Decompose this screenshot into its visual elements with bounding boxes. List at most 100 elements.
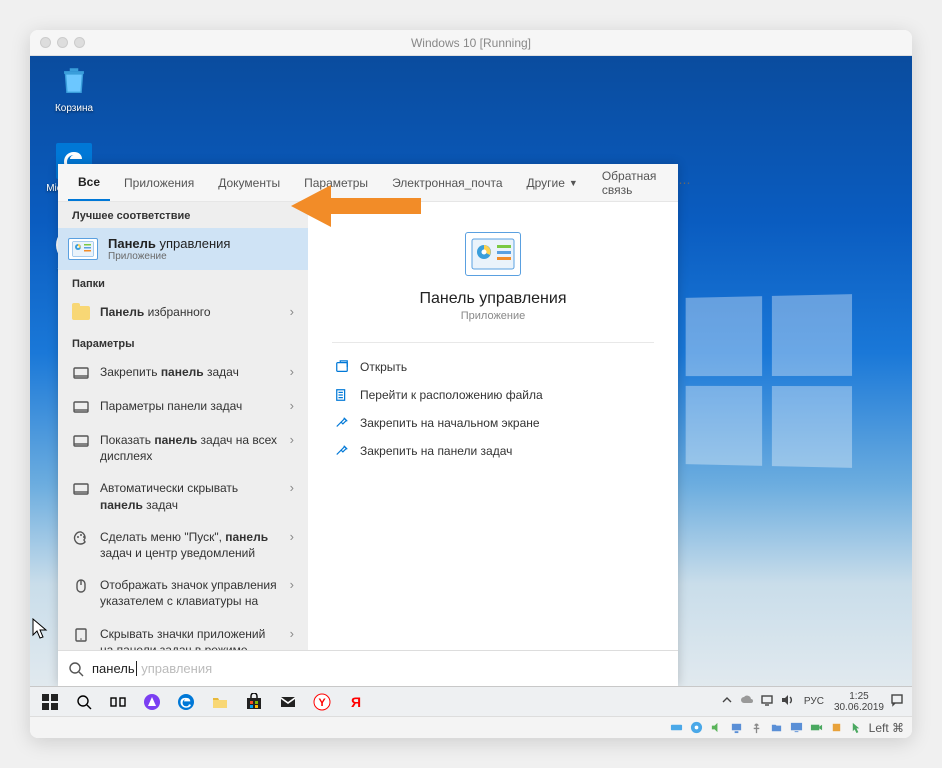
windows-taskbar: Y Я РУС 1:25 30.06.2019 <box>30 686 912 716</box>
setting-start-colors[interactable]: Сделать меню "Пуск", панель задач и цент… <box>58 521 308 569</box>
recycle-bin[interactable]: Корзина <box>44 62 104 114</box>
host-cpu-icon[interactable] <box>829 720 845 736</box>
chevron-right-icon: › <box>290 626 294 641</box>
action-pin-start[interactable]: Закрепить на начальном экране <box>332 409 654 437</box>
tray-network-icon[interactable] <box>760 693 774 710</box>
svg-text:Y: Y <box>318 697 326 709</box>
vm-titlebar: Windows 10 [Running] <box>30 30 912 56</box>
close-dot[interactable] <box>40 37 51 48</box>
search-suggestion-ghost: управления <box>138 661 213 676</box>
taskbar-yandex-browser[interactable]: Y <box>306 687 338 717</box>
search-icon <box>68 661 84 677</box>
control-panel-icon <box>465 232 521 276</box>
host-optical-icon[interactable] <box>689 720 705 736</box>
detail-title: Панель управления <box>332 290 654 308</box>
chevron-right-icon: › <box>290 364 294 379</box>
vm-host-statusbar: Left ⌘ <box>30 716 912 738</box>
section-best-match: Лучшее соответствие <box>58 202 308 228</box>
folder-favorites-panel[interactable]: Панель избранного › <box>58 296 308 330</box>
zoom-dot[interactable] <box>74 37 85 48</box>
tray-volume-icon[interactable] <box>780 693 794 710</box>
task-view-button[interactable] <box>102 687 134 717</box>
action-pin-taskbar[interactable]: Закрепить на панели задач <box>332 437 654 465</box>
taskbar-mail[interactable] <box>272 687 304 717</box>
search-filter-tabs: Все Приложения Документы Параметры Элект… <box>58 164 678 202</box>
tray-chevron-up-icon[interactable] <box>720 693 734 710</box>
chevron-right-icon: › <box>290 529 294 544</box>
windows-logo-backdrop <box>686 294 852 468</box>
search-typed-text: панель <box>92 661 135 676</box>
taskbar-store[interactable] <box>238 687 270 717</box>
chevron-right-icon: › <box>290 577 294 592</box>
tab-documents[interactable]: Документы <box>208 164 290 201</box>
system-tray: РУС 1:25 30.06.2019 <box>720 691 908 713</box>
host-recording-icon[interactable] <box>809 720 825 736</box>
chevron-right-icon: › <box>290 432 294 447</box>
taskbar-icon <box>72 432 90 450</box>
search-detail-pane: Панель управления Приложение Открыть Пер… <box>308 202 678 650</box>
tab-apps[interactable]: Приложения <box>114 164 204 201</box>
tab-feedback[interactable]: Обратная связь <box>592 164 667 201</box>
setting-hide-app-icons-tablet[interactable]: Скрывать значки приложений на панели зад… <box>58 618 308 651</box>
tablet-icon <box>72 626 90 644</box>
control-panel-icon <box>68 238 98 260</box>
host-shared-folders-icon[interactable] <box>769 720 785 736</box>
setting-taskbar-params[interactable]: Параметры панели задач › <box>58 390 308 424</box>
action-file-location[interactable]: Перейти к расположению файла <box>332 381 654 409</box>
start-button[interactable] <box>34 687 66 717</box>
recycle-bin-label: Корзина <box>55 103 93 114</box>
section-settings: Параметры <box>58 330 308 356</box>
mouse-icon <box>72 577 90 595</box>
folder-icon <box>72 306 90 320</box>
taskbar-search-button[interactable] <box>68 687 100 717</box>
host-mouse-integration-icon[interactable] <box>849 720 865 736</box>
tabs-overflow[interactable]: ⋯ <box>670 176 698 190</box>
minimize-dot[interactable] <box>57 37 68 48</box>
taskbar-yandex-search[interactable]: Я <box>340 687 372 717</box>
tab-settings[interactable]: Параметры <box>294 164 378 201</box>
detail-subtitle: Приложение <box>332 310 654 322</box>
best-match-control-panel[interactable]: Панель управления Приложение <box>58 228 308 270</box>
action-open[interactable]: Открыть <box>332 353 654 381</box>
pin-taskbar-icon <box>334 443 350 459</box>
tray-clock[interactable]: 1:25 30.06.2019 <box>834 691 884 713</box>
separator <box>332 342 654 343</box>
taskbar-icon <box>72 364 90 382</box>
search-results-list: Лучшее соответствие Панель управления Пр… <box>58 202 308 650</box>
host-key-indicator: Left ⌘ <box>869 721 904 735</box>
host-audio-icon[interactable] <box>709 720 725 736</box>
setting-mouse-keys-icon[interactable]: Отображать значок управления указателем … <box>58 569 308 617</box>
tray-language[interactable]: РУС <box>800 696 828 707</box>
open-icon <box>334 359 350 375</box>
start-search-panel: Все Приложения Документы Параметры Элект… <box>58 164 678 686</box>
chevron-right-icon: › <box>290 480 294 495</box>
svg-text:Я: Я <box>351 694 361 710</box>
pin-start-icon <box>334 415 350 431</box>
guest-desktop[interactable]: Корзина Microsoft Edge Y Yandex Все Прил… <box>30 56 912 716</box>
chevron-right-icon: › <box>290 398 294 413</box>
host-usb-icon[interactable] <box>749 720 765 736</box>
taskbar-edge[interactable] <box>170 687 202 717</box>
tray-onedrive-icon[interactable] <box>740 693 754 710</box>
taskbar-icon <box>72 398 90 416</box>
host-hdd-icon[interactable] <box>669 720 685 736</box>
taskbar-icon <box>72 480 90 498</box>
best-match-subtitle: Приложение <box>108 251 230 262</box>
host-display-icon[interactable] <box>789 720 805 736</box>
section-folders: Папки <box>58 270 308 296</box>
vm-window-title: Windows 10 [Running] <box>30 36 912 50</box>
setting-autohide-taskbar[interactable]: Автоматически скрывать панель задач › <box>58 472 308 520</box>
tab-email[interactable]: Электронная_почта <box>382 164 512 201</box>
location-icon <box>334 387 350 403</box>
search-input[interactable]: панель управления <box>58 650 678 686</box>
tray-notifications-icon[interactable] <box>890 693 904 710</box>
chevron-right-icon: › <box>290 304 294 319</box>
setting-show-taskbar-all-displays[interactable]: Показать панель задач на всех дисплеях › <box>58 424 308 472</box>
palette-icon <box>72 529 90 547</box>
taskbar-explorer[interactable] <box>204 687 236 717</box>
tab-all[interactable]: Все <box>68 164 110 201</box>
setting-pin-taskbar[interactable]: Закрепить панель задач › <box>58 356 308 390</box>
tab-more[interactable]: Другие▼ <box>517 164 588 201</box>
host-network-icon[interactable] <box>729 720 745 736</box>
taskbar-yandex-alice[interactable] <box>136 687 168 717</box>
